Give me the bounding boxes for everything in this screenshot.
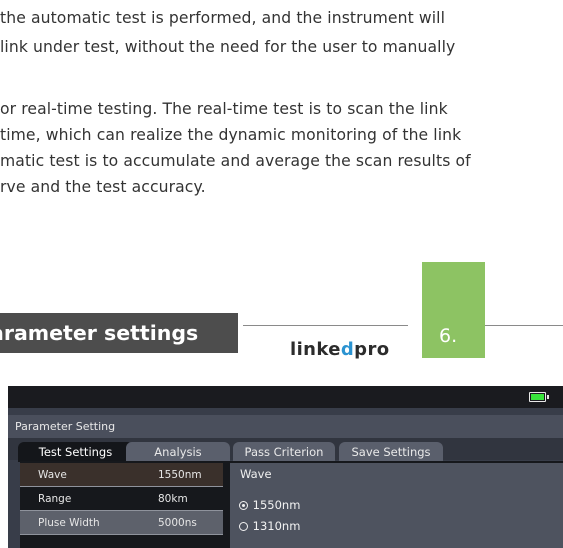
device-screen: Parameter Setting Test Settings Analysis… bbox=[8, 386, 563, 548]
param-row-wave[interactable]: Wave 1550nm bbox=[20, 463, 223, 487]
tab-pass-criterion[interactable]: Pass Criterion bbox=[233, 442, 335, 462]
header-rule-left bbox=[243, 325, 408, 326]
brand-logo-text: linkedpro bbox=[290, 339, 390, 360]
realtime-line-1: or real-time testing. The real-time test… bbox=[0, 100, 448, 118]
status-bar bbox=[8, 386, 563, 408]
param-value: 5000ns bbox=[158, 517, 197, 529]
window-title: Parameter Setting bbox=[8, 415, 563, 438]
option-label: 1550nm bbox=[252, 498, 301, 512]
page-number: 6. bbox=[439, 325, 458, 347]
battery-full-icon bbox=[529, 392, 549, 402]
param-row-pulse-width[interactable]: Pluse Width 5000ns bbox=[20, 511, 223, 535]
realtime-line-2: time, which can realize the dynamic moni… bbox=[0, 126, 462, 144]
param-value: 80km bbox=[158, 493, 188, 505]
intro-paragraph: the automatic test is performed, and the… bbox=[0, 4, 455, 62]
section-title: arameter settings bbox=[0, 313, 238, 353]
radio-selected-icon bbox=[239, 501, 248, 510]
wave-option-1310[interactable]: 1310nm bbox=[239, 519, 300, 533]
param-label: Pluse Width bbox=[38, 517, 100, 529]
tab-analysis[interactable]: Analysis bbox=[126, 442, 230, 462]
param-label: Wave bbox=[38, 469, 67, 481]
parameter-list: Wave 1550nm Range 80km Pluse Width 5000n… bbox=[20, 463, 223, 535]
tab-save-settings[interactable]: Save Settings bbox=[339, 442, 443, 462]
param-label: Range bbox=[38, 493, 72, 505]
intro-line-2: link under test, without the need for th… bbox=[0, 38, 456, 56]
brand-logo: linkedpro bbox=[290, 339, 389, 360]
header-rule-right bbox=[485, 325, 563, 326]
param-row-range[interactable]: Range 80km bbox=[20, 487, 223, 511]
detail-title: Wave bbox=[240, 467, 272, 481]
param-value: 1550nm bbox=[158, 469, 202, 481]
realtime-line-3: matic test is to accumulate and average … bbox=[0, 152, 471, 170]
realtime-paragraph: or real-time testing. The real-time test… bbox=[0, 96, 471, 200]
intro-line-1: the automatic test is performed, and the… bbox=[0, 9, 446, 27]
wave-option-1550[interactable]: 1550nm bbox=[239, 498, 300, 512]
tab-test-settings[interactable]: Test Settings bbox=[18, 442, 133, 462]
wave-detail-panel: Wave 1550nm 1310nm bbox=[230, 463, 563, 548]
realtime-line-4: rve and the test accuracy. bbox=[0, 178, 206, 196]
radio-empty-icon bbox=[239, 522, 248, 531]
option-label: 1310nm bbox=[252, 519, 301, 533]
